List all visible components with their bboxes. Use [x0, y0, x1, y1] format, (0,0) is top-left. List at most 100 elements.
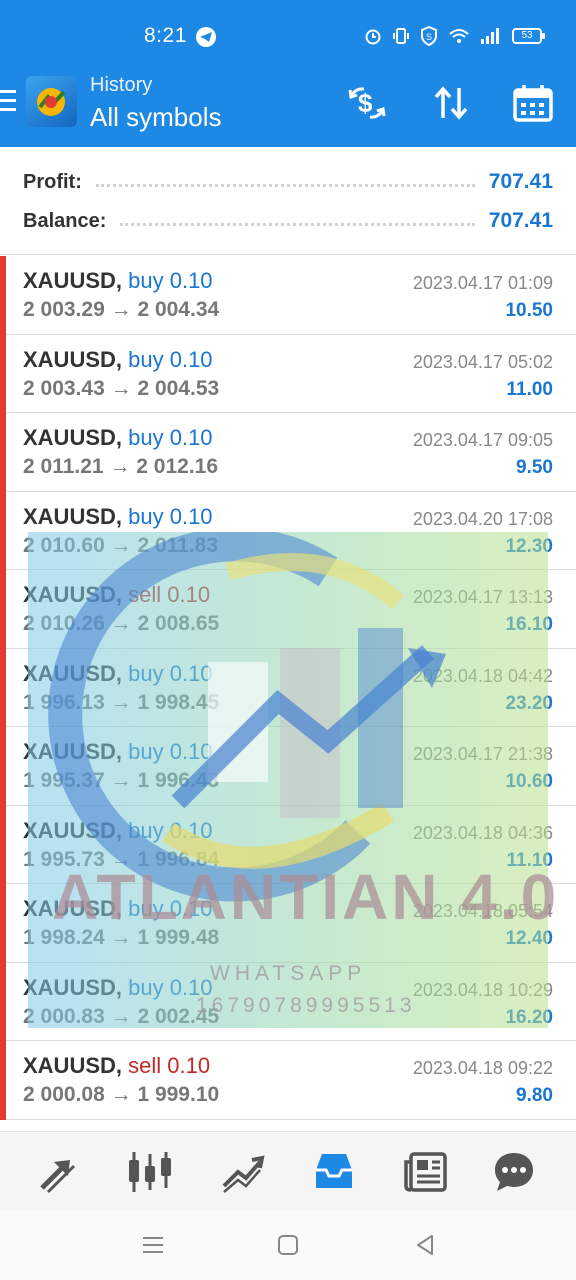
arrow-right-icon: →	[110, 612, 132, 635]
arrow-right-icon: →	[110, 1083, 132, 1106]
trade-prices: 2 010.60 → 2 011.83	[23, 534, 218, 558]
app-bar-title[interactable]: All symbols	[90, 102, 221, 133]
trade-row[interactable]: XAUUSD, sell 0.10 2 000.08 → 1 999.10 2023…	[0, 1041, 576, 1120]
app-root: 8:21 S 53 History All symbols $ Profit: …	[0, 0, 576, 1280]
status-time: 8:21	[144, 24, 187, 47]
trade-symbol: XAUUSD,	[23, 268, 123, 293]
home-icon[interactable]	[275, 1232, 301, 1258]
trade-prices: 1 995.37 → 1 996.43	[23, 769, 219, 793]
trade-icon[interactable]	[34, 1148, 82, 1196]
trade-row[interactable]: XAUUSD, sell 0.10 2 010.26 → 2 008.65 2023…	[0, 570, 576, 649]
position-marker	[0, 334, 6, 413]
arrow-right-icon: →	[110, 298, 132, 321]
position-marker	[0, 648, 6, 727]
profit-label: Profit:	[23, 170, 82, 193]
trade-symbol: XAUUSD,	[23, 346, 123, 372]
bottom-navigation	[0, 1131, 576, 1210]
trade-date: 2023.04.18 09:22	[412, 1058, 553, 1078]
trade-prices: 2 010.26 → 2 008.65	[23, 612, 219, 636]
trade-profit: 10.50	[505, 300, 553, 321]
open-price: 1 995.37	[23, 769, 105, 792]
trade-symbol-line: XAUUSD, buy 0.10	[23, 504, 213, 530]
trade-side: buy 0.10	[128, 425, 213, 450]
arrow-right-icon: →	[110, 1004, 132, 1028]
quotes-icon[interactable]	[126, 1148, 174, 1196]
trade-row[interactable]: XAUUSD, buy 0.10 2 011.21 → 2 012.16 2023.…	[0, 413, 576, 492]
dotted-leader	[120, 222, 475, 226]
trade-date: 2023.04.17 13:13	[412, 587, 553, 607]
trade-symbol-line: XAUUSD, buy 0.10	[23, 661, 213, 687]
history-summary: Profit: 707.41 Balance: 707.41	[0, 147, 576, 255]
trade-prices: 2 000.83 → 2 002.45	[23, 1005, 219, 1029]
chat-icon[interactable]	[490, 1148, 538, 1196]
news-icon[interactable]	[402, 1148, 450, 1196]
trade-date: 2023.04.17 21:38	[412, 744, 553, 764]
trade-side: sell 0.10	[128, 1053, 211, 1078]
trade-prices: 2 000.08 → 1 999.10	[23, 1083, 219, 1107]
menu-icon[interactable]	[0, 90, 18, 116]
trade-prices: 2 003.29 → 2 004.34	[23, 298, 219, 322]
back-icon[interactable]	[412, 1232, 438, 1258]
trade-date: 2023.04.17 05:02	[412, 351, 553, 372]
trade-row[interactable]: XAUUSD, buy 0.10 2 010.60 → 2 011.83 2023.…	[0, 491, 576, 570]
sort-icon[interactable]	[430, 82, 472, 124]
system-navigation	[0, 1210, 576, 1280]
open-price: 1 996.13	[23, 690, 105, 714]
app-logo	[26, 76, 77, 127]
trade-symbol: XAUUSD,	[23, 974, 123, 1000]
dotted-leader	[95, 183, 475, 187]
trade-row[interactable]: XAUUSD, buy 0.10 2 003.29 → 2 004.34 2023.…	[0, 256, 576, 335]
trade-date: 2023.04.17 09:05	[412, 430, 553, 450]
trade-prices: 2 011.21 → 2 012.16	[23, 455, 218, 479]
close-price: 2 004.34	[137, 298, 220, 321]
arrow-right-icon: →	[110, 690, 132, 714]
vibrate-icon	[393, 28, 409, 44]
trade-symbol: XAUUSD,	[23, 425, 123, 450]
app-bar: History All symbols $	[0, 68, 576, 147]
deposit-filter-icon[interactable]: $	[346, 82, 388, 124]
trade-side: buy 0.10	[128, 660, 213, 686]
position-marker	[0, 884, 6, 963]
watermark-brand: ATLANTIAN 4.0	[52, 861, 560, 933]
open-price: 2 003.43	[23, 376, 105, 400]
status-bar: 8:21 S 53	[0, 0, 576, 68]
trade-symbol-line: XAUUSD, buy 0.10	[23, 818, 213, 844]
trade-symbol: XAUUSD,	[23, 1053, 123, 1078]
telegram-icon	[196, 27, 216, 47]
position-marker	[0, 727, 6, 806]
balance-row: Balance: 707.41	[23, 206, 553, 236]
trade-row[interactable]: XAUUSD, buy 0.10 1 995.37 → 1 996.43 2023.…	[0, 727, 576, 806]
chart-icon[interactable]	[218, 1148, 266, 1196]
arrow-right-icon: →	[109, 455, 131, 478]
position-marker	[0, 962, 6, 1041]
balance-value: 707.41	[488, 209, 553, 232]
alarm-icon	[365, 29, 381, 45]
svg-text:S: S	[426, 32, 432, 42]
trade-date: 2023.04.18 10:29	[412, 979, 553, 1000]
arrow-right-icon: →	[110, 533, 132, 557]
shield-icon: S	[421, 26, 437, 46]
trade-row[interactable]: XAUUSD, buy 0.10 1 996.13 → 1 998.45 2023.…	[0, 648, 576, 727]
trade-symbol-line: XAUUSD, buy 0.10	[23, 975, 213, 1001]
calendar-icon[interactable]	[512, 82, 554, 124]
arrow-right-icon: →	[110, 376, 132, 400]
trade-side: buy 0.10	[128, 739, 213, 764]
trade-side: buy 0.10	[128, 268, 213, 293]
trade-symbol: XAUUSD,	[23, 582, 123, 607]
trade-row[interactable]: XAUUSD, buy 0.10 2 003.43 → 2 004.53 2023.…	[0, 334, 576, 413]
battery-icon: 53	[512, 28, 545, 44]
wifi-icon	[449, 29, 469, 43]
close-price: 2 011.83	[137, 533, 219, 557]
trade-side: buy 0.10	[128, 503, 213, 529]
trade-prices: 1 996.13 → 1 998.45	[23, 691, 219, 715]
trade-side: buy 0.10	[128, 346, 213, 372]
recents-icon[interactable]	[140, 1232, 166, 1258]
history-icon[interactable]	[310, 1148, 358, 1196]
trade-date: 2023.04.20 17:08	[412, 508, 553, 529]
open-price: 2 010.26	[23, 612, 105, 635]
trade-profit: 16.10	[505, 614, 553, 635]
position-marker	[0, 805, 6, 884]
open-price: 2 003.29	[23, 298, 105, 321]
trade-date: 2023.04.17 01:09	[412, 273, 553, 293]
close-price: 2 004.53	[137, 376, 220, 400]
